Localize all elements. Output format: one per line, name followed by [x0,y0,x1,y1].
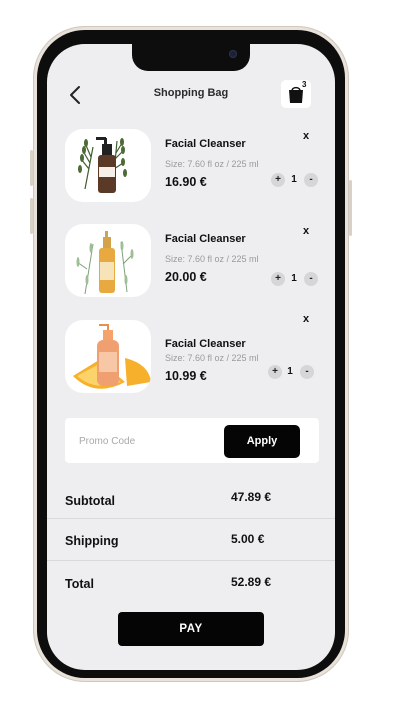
product-size: Size: 7.60 fl oz / 225 ml [165,254,259,264]
side-button [349,180,352,236]
product-price: 10.99 € [165,369,207,383]
divider [47,560,335,561]
product-image [65,224,151,297]
cart-count-badge: 3 [302,80,307,89]
product-size: Size: 7.60 fl oz / 225 ml [165,353,259,363]
shipping-value: 5.00 € [231,532,265,546]
product-image [65,320,151,393]
cart-item: Facial Cleanser Size: 7.60 fl oz / 225 m… [47,313,335,400]
remove-item-button[interactable]: x [303,130,309,142]
shipping-row: Shipping 5.00 € [47,524,335,564]
subtotal-value: 47.89 € [231,490,272,504]
product-name: Facial Cleanser [165,138,246,150]
promo-code-input[interactable] [77,426,221,456]
total-label: Total [65,577,94,591]
product-name: Facial Cleanser [165,338,246,350]
product-size: Size: 7.60 fl oz / 225 ml [165,159,259,169]
side-button [30,150,33,186]
divider [47,518,335,519]
product-price: 20.00 € [165,270,207,284]
quantity-increase-button[interactable]: + [268,365,282,379]
side-button [30,198,33,234]
notch [132,44,250,71]
quantity-increase-button[interactable]: + [271,173,285,187]
pay-button[interactable]: PAY [118,612,264,646]
subtotal-label: Subtotal [65,494,115,508]
quantity-value: 1 [287,366,293,377]
total-value: 52.89 € [231,575,272,589]
quantity-decrease-button[interactable]: - [304,173,318,187]
apply-promo-button[interactable]: Apply [224,425,300,458]
camera-icon [229,50,237,58]
shipping-label: Shipping [65,534,119,548]
quantity-increase-button[interactable]: + [271,272,285,286]
cart-item: Facial Cleanser Size: 7.60 fl oz / 225 m… [47,224,335,304]
product-price: 16.90 € [165,175,207,189]
shopping-bag-button[interactable]: 3 [281,80,311,108]
phone-screen: Shopping Bag 3 Facial Cleanser Size: 7.6… [47,44,335,670]
quantity-value: 1 [291,174,297,185]
quantity-decrease-button[interactable]: - [300,365,314,379]
quantity-value: 1 [291,273,297,284]
shopping-bag-icon [289,86,303,103]
remove-item-button[interactable]: x [303,225,309,237]
product-name: Facial Cleanser [165,233,246,245]
remove-item-button[interactable]: x [303,313,309,325]
total-row: Total 52.89 € [47,568,335,608]
cart-item: Facial Cleanser Size: 7.60 fl oz / 225 m… [47,129,335,209]
promo-code-box: Apply [65,418,319,463]
product-image [65,129,151,202]
quantity-decrease-button[interactable]: - [304,272,318,286]
